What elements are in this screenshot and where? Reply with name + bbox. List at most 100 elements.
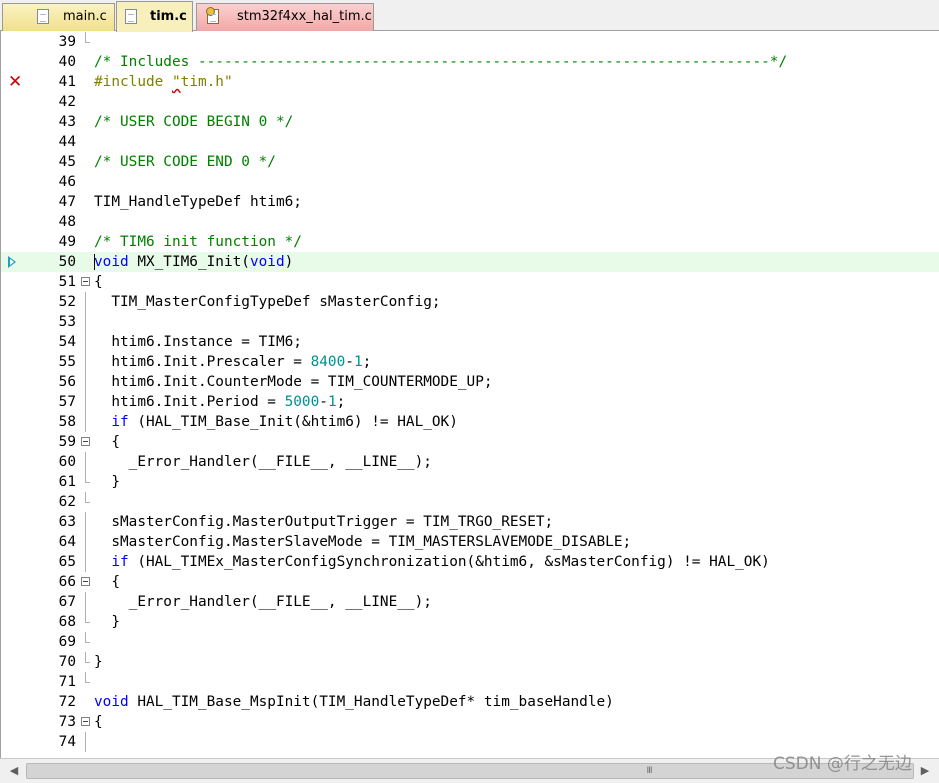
code-text: _Error_Handler(__FILE__, __LINE__); xyxy=(94,594,432,610)
fold-guide xyxy=(85,292,86,312)
line-number: 50 xyxy=(58,254,76,270)
scroll-left-arrow-icon[interactable]: ◀ xyxy=(4,761,24,781)
code-text: /* Includes ----------------------------… xyxy=(94,54,788,70)
code-line[interactable]: 71 xyxy=(1,672,939,692)
fold-end-guide xyxy=(85,492,90,503)
line-number: 53 xyxy=(58,314,76,330)
code-line[interactable]: 72 void HAL_TIM_Base_MspInit(TIM_HandleTy… xyxy=(1,692,939,712)
code-text: htim6.Init.Prescaler = 8400-1; xyxy=(94,354,372,370)
code-line[interactable]: 66 { xyxy=(1,572,939,592)
code-text: } xyxy=(94,474,120,490)
code-line[interactable]: 51 { xyxy=(1,272,939,292)
code-line[interactable]: 59 { xyxy=(1,432,939,452)
line-number: 48 xyxy=(58,214,76,230)
code-line[interactable]: ✕ 41 #include "tim.h" xyxy=(1,72,939,92)
code-text: TIM_HandleTypeDef htim6; xyxy=(94,194,302,210)
code-line[interactable]: 63 sMasterConfig.MasterOutputTrigger = T… xyxy=(1,512,939,532)
code-text: #include "tim.h" xyxy=(94,74,233,90)
fold-end-guide xyxy=(85,632,90,643)
line-number: 62 xyxy=(58,494,76,510)
code-text: } xyxy=(94,654,103,670)
code-editor[interactable]: 39 40 /* Includes ------------------------… xyxy=(0,31,939,758)
line-number: 72 xyxy=(58,694,76,710)
code-line[interactable]: 64 sMasterConfig.MasterSlaveMode = TIM_M… xyxy=(1,532,939,552)
code-line[interactable]: 65 if (HAL_TIMEx_MasterConfigSynchroniza… xyxy=(1,552,939,572)
scroll-right-arrow-icon[interactable]: ▶ xyxy=(915,761,935,781)
code-line[interactable]: 61 } xyxy=(1,472,939,492)
code-line[interactable]: 45 /* USER CODE END 0 */ xyxy=(1,152,939,172)
fold-guide xyxy=(85,452,86,472)
code-line[interactable]: 70} xyxy=(1,652,939,672)
code-text: sMasterConfig.MasterOutputTrigger = TIM_… xyxy=(94,514,554,530)
line-number: 73 xyxy=(58,714,76,730)
code-line[interactable]: 56 htim6.Init.CounterMode = TIM_COUNTERM… xyxy=(1,372,939,392)
code-text: _Error_Handler(__FILE__, __LINE__); xyxy=(94,454,432,470)
code-line[interactable]: 48 xyxy=(1,212,939,232)
code-text: TIM_MasterConfigTypeDef sMasterConfig; xyxy=(94,294,441,310)
line-number: 44 xyxy=(58,134,76,150)
fold-guide xyxy=(85,592,86,612)
code-text: if (HAL_TIM_Base_Init(&htim6) != HAL_OK) xyxy=(111,414,458,430)
code-line[interactable]: 54 htim6.Instance = TIM6; xyxy=(1,332,939,352)
code-line[interactable]: 60 _Error_Handler(__FILE__, __LINE__); xyxy=(1,452,939,472)
fold-guide xyxy=(85,412,86,432)
code-line[interactable]: 50 void MX_TIM6_Init(void) xyxy=(1,252,939,272)
line-number: 40 xyxy=(58,54,76,70)
fold-collapse-icon[interactable] xyxy=(81,717,90,726)
code-line[interactable]: 73 { xyxy=(1,712,939,732)
code-line[interactable]: 62 xyxy=(1,492,939,512)
code-line[interactable]: 67 _Error_Handler(__FILE__, __LINE__); xyxy=(1,592,939,612)
code-text: /* USER CODE BEGIN 0 */ xyxy=(94,114,294,130)
c-file-icon xyxy=(37,9,49,24)
line-number: 66 xyxy=(58,574,76,590)
code-line[interactable]: 68 } xyxy=(1,612,939,632)
code-line[interactable]: 55 htim6.Init.Prescaler = 8400-1; xyxy=(1,352,939,372)
code-text: if (HAL_TIMEx_MasterConfigSynchronizatio… xyxy=(111,554,770,570)
editor-tab-bar: main.c tim.c stm32f4xx_hal_tim.c xyxy=(0,0,939,32)
code-line[interactable]: 57 htim6.Init.Period = 5000-1; xyxy=(1,392,939,412)
line-number: 57 xyxy=(58,394,76,410)
code-line[interactable]: 52 TIM_MasterConfigTypeDef sMasterConfig… xyxy=(1,292,939,312)
line-number: 45 xyxy=(58,154,76,170)
code-line[interactable]: 47 TIM_HandleTypeDef htim6; xyxy=(1,192,939,212)
code-line[interactable]: 43 /* USER CODE BEGIN 0 */ xyxy=(1,112,939,132)
code-text: htim6.Init.Period = 5000-1; xyxy=(94,394,346,410)
line-number: 39 xyxy=(58,34,76,50)
line-number: 54 xyxy=(58,334,76,350)
fold-guide xyxy=(85,312,86,332)
fold-collapse-icon[interactable] xyxy=(81,437,90,446)
text-caret xyxy=(94,254,95,270)
tab-stm32f4xx-hal-tim-c[interactable]: stm32f4xx_hal_tim.c xyxy=(196,3,374,31)
tab-label: main.c xyxy=(63,9,107,24)
code-line[interactable]: 46 xyxy=(1,172,939,192)
line-number: 60 xyxy=(58,454,76,470)
fold-collapse-icon[interactable] xyxy=(81,277,90,286)
code-line[interactable]: 44 xyxy=(1,132,939,152)
line-number: 74 xyxy=(58,734,76,750)
code-line[interactable]: 58 if (HAL_TIM_Base_Init(&htim6) != HAL_… xyxy=(1,412,939,432)
scrollbar-grip: III xyxy=(646,766,653,776)
code-line[interactable]: 53 xyxy=(1,312,939,332)
tab-tim-c[interactable]: tim.c xyxy=(116,1,193,32)
tab-main-c[interactable]: main.c xyxy=(2,3,115,31)
fold-guide xyxy=(85,512,86,532)
fold-guide xyxy=(85,732,86,752)
fold-collapse-icon[interactable] xyxy=(81,577,90,586)
code-text: htim6.Instance = TIM6; xyxy=(94,334,302,350)
code-line[interactable]: 40 /* Includes --------------------------… xyxy=(1,52,939,72)
fold-guide xyxy=(85,352,86,372)
line-number: 64 xyxy=(58,534,76,550)
fold-end-guide xyxy=(85,652,90,663)
code-line[interactable]: 69 xyxy=(1,632,939,652)
code-text: void MX_TIM6_Init(void) xyxy=(94,254,294,270)
code-line[interactable]: 39 xyxy=(1,32,939,52)
code-line[interactable]: 74 xyxy=(1,732,939,752)
code-line[interactable]: 49 /* TIM6 init function */ xyxy=(1,232,939,252)
code-line[interactable]: 42 xyxy=(1,92,939,112)
fold-guide xyxy=(85,372,86,392)
line-number: 71 xyxy=(58,674,76,690)
code-text: { xyxy=(94,714,103,730)
error-marker-icon[interactable]: ✕ xyxy=(8,73,24,91)
code-text: htim6.Init.CounterMode = TIM_COUNTERMODE… xyxy=(94,374,493,390)
tab-label: stm32f4xx_hal_tim.c xyxy=(237,9,372,24)
